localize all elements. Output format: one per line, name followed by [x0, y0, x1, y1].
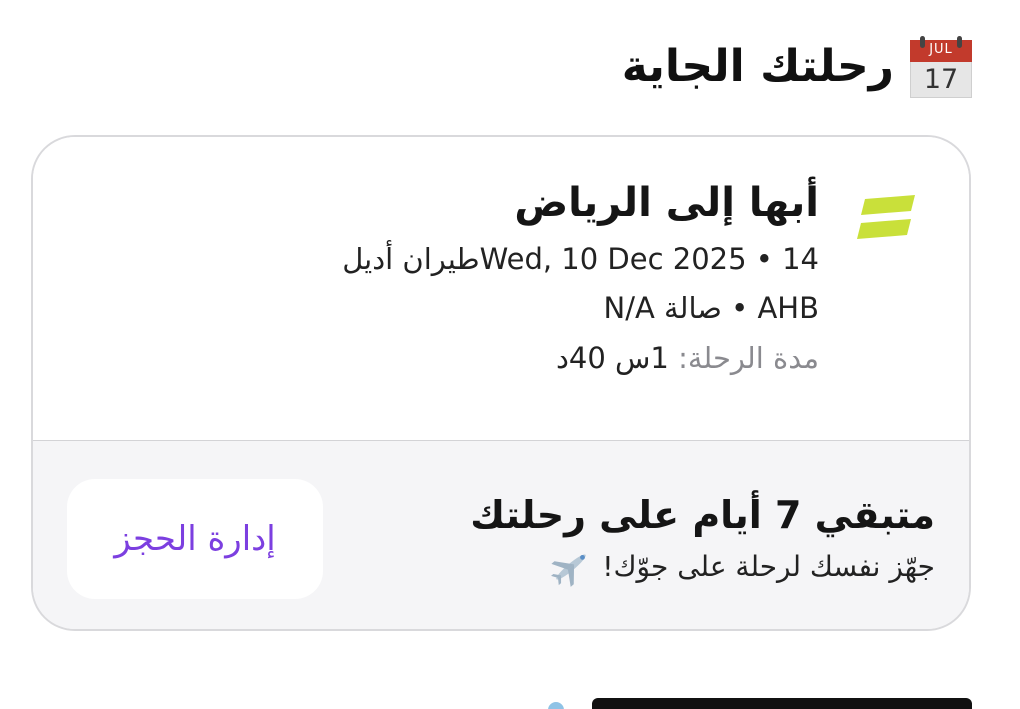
next-section-icon-partial [548, 702, 564, 709]
next-section-title-partial [592, 698, 972, 709]
route-title: أبها إلى الرياض [514, 180, 819, 226]
airplane-icon [551, 554, 586, 588]
countdown: متبقي 7 أيام على رحلتك جهّز نفسك لرحلة ع… [470, 491, 935, 588]
countdown-title: متبقي 7 أيام على رحلتك [470, 493, 935, 537]
calendar-icon: JUL 17 [910, 36, 972, 98]
countdown-subtitle: جهّز نفسك لرحلة على جوّك! [602, 550, 935, 584]
page: JUL 17 رحلتك الجاية أبها إلى الرياض 14 •… [0, 0, 1020, 709]
duration-value: 1س 40د [555, 340, 669, 375]
flight-details: أبها إلى الرياض 14 • Wed, 10 Dec 2025طير… [33, 137, 969, 441]
flight-date-airline: 14 • Wed, 10 Dec 2025طيران أديل [342, 242, 819, 276]
airport-terminal: AHB • صالة N/A [603, 291, 819, 326]
manage-booking-button[interactable]: إدارة الحجز [67, 479, 323, 599]
section-title: رحلتك الجاية [621, 41, 894, 92]
countdown-subtitle-row: جهّز نفسك لرحلة على جوّك! [470, 546, 935, 588]
flight-countdown-area: إدارة الحجز متبقي 7 أيام على رحلتك جهّز … [33, 441, 969, 629]
section-header: JUL 17 رحلتك الجاية [622, 36, 972, 98]
manage-booking-label: إدارة الحجز [114, 519, 276, 559]
flight-info: أبها إلى الرياض 14 • Wed, 10 Dec 2025طير… [342, 179, 819, 383]
flight-card[interactable]: أبها إلى الرياض 14 • Wed, 10 Dec 2025طير… [31, 135, 971, 631]
calendar-month: JUL [929, 42, 953, 57]
airline-logo-icon [857, 195, 915, 239]
duration-label: مدة الرحلة: [678, 340, 819, 375]
calendar-day: 17 [923, 64, 959, 95]
next-section-header-partial [512, 690, 972, 709]
flight-duration: مدة الرحلة: 1س 40د [342, 334, 819, 383]
